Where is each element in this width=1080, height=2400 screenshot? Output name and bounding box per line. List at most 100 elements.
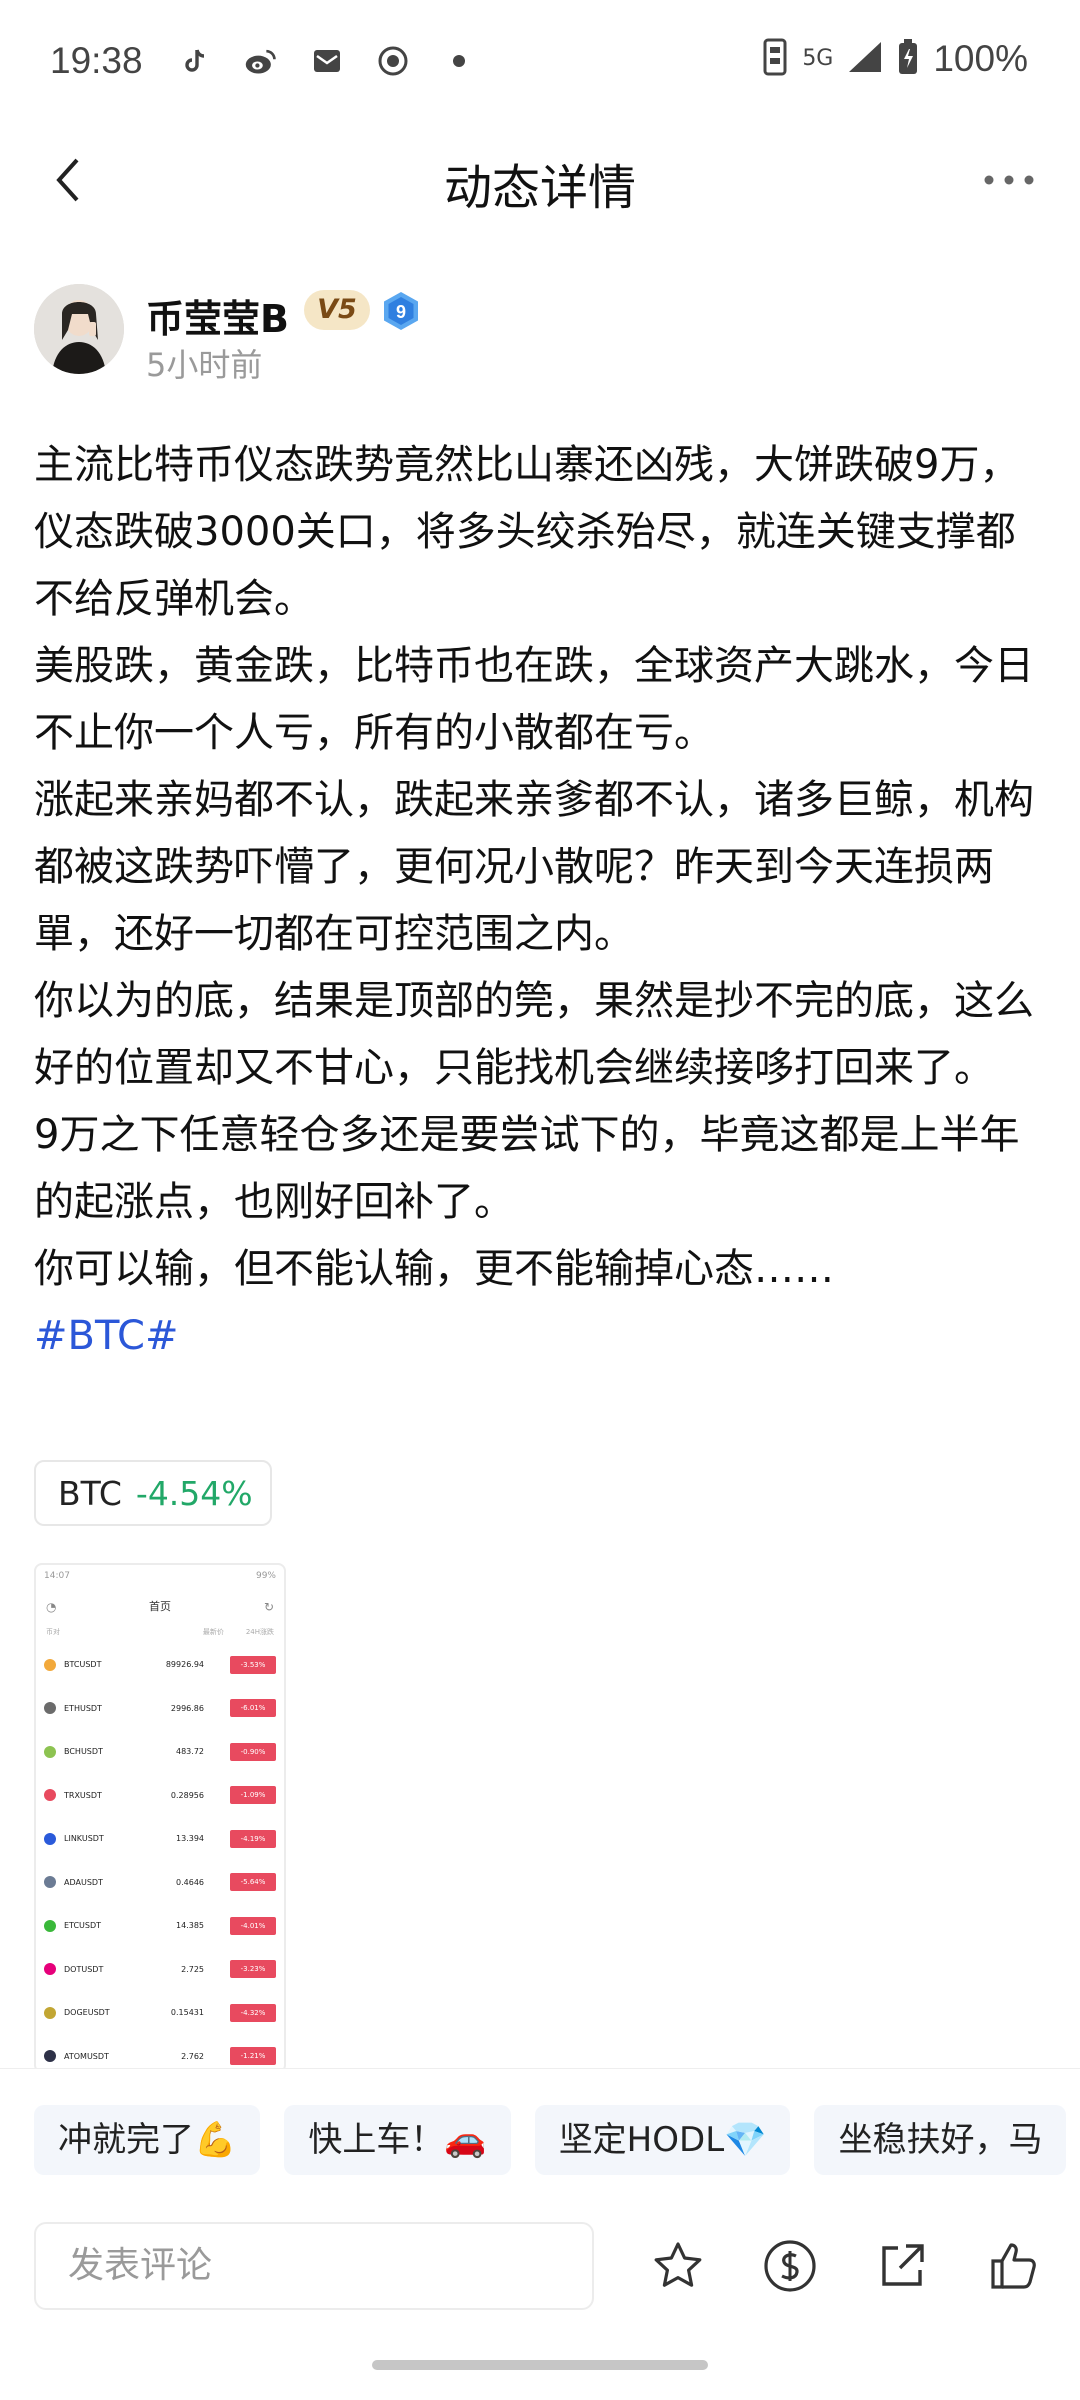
thumb-pair: DOTUSDT (64, 1964, 104, 1974)
thumb-change: -1.09% (230, 1786, 276, 1805)
thumb-row: ETHUSDT 2996.86 -6.01% (36, 1687, 284, 1731)
notification-icons (178, 44, 476, 78)
weibo-icon (244, 44, 278, 78)
coin-logo-icon (44, 1789, 56, 1802)
thumb-change: -3.23% (230, 1960, 276, 1979)
thumb-status-time: 14:07 (44, 1571, 70, 1581)
thumb-title: 首页 (149, 1600, 171, 1613)
coin-logo-icon (44, 1919, 56, 1932)
thumb-change: -4.01% (230, 1916, 276, 1935)
thumb-change: -5.64% (230, 1873, 276, 1892)
thumb-price: 0.4646 (176, 1877, 204, 1887)
thumb-status-bar: 14:07 99% (36, 1565, 284, 1587)
thumb-user-icon: ◔ (46, 1600, 57, 1614)
post-time: 5小时前 (146, 346, 263, 384)
dot-icon (442, 44, 476, 78)
like-button[interactable] (984, 2236, 1044, 2296)
quick-reply-chip[interactable]: 坚定HODL💎 (534, 2105, 791, 2175)
circle-camera-icon (376, 44, 410, 78)
post-paragraph: 你可以输，但不能认输，更不能输掉心态…… (34, 1246, 834, 1292)
thumb-change: -4.32% (230, 2003, 276, 2022)
avatar[interactable] (34, 284, 124, 374)
coin-logo-icon (44, 1876, 56, 1889)
post-paragraph: 你以为的底，结果是顶部的筦，果然是抄不完的底，这么好的位置却又不甘心，只能找机会… (34, 978, 1034, 1091)
thumb-change: -3.53% (230, 1655, 276, 1674)
thumb-price: 89926.94 (165, 1660, 204, 1670)
quick-reply-chip[interactable]: 快上车！🚗 (284, 2105, 511, 2175)
share-button[interactable] (872, 2236, 932, 2296)
coin-logo-icon (44, 2050, 56, 2063)
tip-button[interactable] (760, 2236, 820, 2296)
more-dots-icon (984, 175, 1034, 185)
star-icon (654, 2242, 702, 2287)
thumb-status-battery: 99% (255, 1571, 276, 1581)
hashtag-link[interactable]: #BTC# (34, 1303, 1050, 1370)
level-badge: 9 (380, 290, 422, 332)
thumb-row: LINKUSDT 13.394 -4.19% (36, 1817, 284, 1861)
post-content: 主流比特币仪态跌势竟然比山寨还凶残，大饼跌破9万，仪态跌破3000关口，将多头绞… (34, 432, 1050, 1370)
coin-tag[interactable]: BTC -4.54% (34, 1460, 272, 1526)
attached-image[interactable]: 14:07 99% ◔ 首页 ↻ 币对 最新价 24H涨跌 BTCUSDT 899… (34, 1563, 286, 2073)
thumb-price: 14.385 (176, 1921, 204, 1931)
thumb-pair: TRXUSDT (64, 1790, 102, 1800)
thumb-pair: ETHUSDT (64, 1703, 102, 1713)
thumb-change: -0.90% (230, 1742, 276, 1761)
coin-logo-icon (44, 1832, 56, 1845)
thumb-row: DOGEUSDT 0.15431 -4.32% (36, 1991, 284, 2035)
thumb-price: 2996.86 (170, 1703, 204, 1713)
thumb-price: 483.72 (176, 1747, 204, 1757)
battery-icon (897, 38, 919, 80)
favorite-button[interactable] (648, 2236, 708, 2296)
thumb-pair: ADAUSDT (64, 1877, 103, 1887)
post-paragraph: 美股跌，黄金跌，比特币也在跌，全球资产大跳水，今日不止你一个人亏，所有的小散都在… (34, 643, 1034, 756)
network-label: 5G (802, 46, 834, 71)
coin-symbol: BTC (58, 1473, 122, 1513)
share-icon (882, 2244, 924, 2286)
post-paragraph: 主流比特币仪态跌势竟然比山寨还凶残，大饼跌破9万，仪态跌破3000关口，将多头绞… (34, 442, 1020, 622)
post-paragraph: 9万之下任意轻仓多还是要尝试下的，毕竟这都是上半年的起涨点，也刚好回补了。 (34, 1112, 1020, 1225)
thumb-price: 0.28956 (170, 1790, 204, 1800)
coin-change: -4.54% (135, 1473, 253, 1513)
thumb-col-pair: 币对 (46, 1628, 60, 1636)
thumb-change: -4.19% (230, 1829, 276, 1848)
quick-reply-bar: 冲就完了💪 快上车！🚗 坚定HODL💎 坐稳扶好，马 (0, 2068, 1080, 2198)
thumb-price: 2.725 (181, 1964, 204, 1974)
signal-icon (847, 40, 883, 78)
page-header: 动态详情 (0, 130, 1080, 230)
thumb-row: ADAUSDT 0.4646 -5.64% (36, 1861, 284, 1905)
thumb-price: 13.394 (176, 1834, 204, 1844)
mail-icon (310, 44, 344, 78)
tiktok-icon (178, 44, 212, 78)
thumb-pair: ATOMUSDT (64, 2051, 109, 2061)
coin-logo-icon (44, 1963, 56, 1976)
more-options-button[interactable] (974, 150, 1044, 210)
quick-reply-chip[interactable]: 冲就完了💪 (34, 2105, 261, 2175)
post-paragraph: 涨起来亲妈都不认，跌起来亲爹都不认，诸多巨鲸，机构都被这跌势吓懵了，更何况小散呢… (34, 777, 1034, 957)
comment-input[interactable]: 发表评论 (34, 2222, 594, 2310)
author-name[interactable]: 币莹莹B (146, 288, 289, 343)
vip-badge: V5 (304, 290, 370, 330)
thumb-change: -1.21% (230, 2047, 276, 2066)
thumb-row: ETCUSDT 14.385 -4.01% (36, 1904, 284, 1948)
coin-logo-icon (44, 2006, 56, 2019)
thumb-row: BCHUSDT 483.72 -0.90% (36, 1730, 284, 1774)
vibrate-icon (762, 38, 788, 80)
thumb-pair: BCHUSDT (64, 1747, 103, 1757)
home-indicator[interactable] (372, 2360, 708, 2370)
status-time: 19:38 (50, 40, 143, 81)
thumb-row: DOTUSDT 2.725 -3.23% (36, 1948, 284, 1992)
thumb-rows: BTCUSDT 89926.94 -3.53% ETHUSDT 2996.86 -6.01… (36, 1643, 284, 2071)
battery-level: 100% (933, 38, 1028, 79)
thumb-price: 0.15431 (170, 2008, 204, 2018)
thumb-pair: ETCUSDT (64, 1921, 102, 1931)
thumb-columns: 币对 最新价 24H涨跌 (36, 1627, 284, 1643)
quick-reply-chip[interactable]: 坐稳扶好，马 (814, 2105, 1067, 2175)
system-indicators: 5G 100% (762, 38, 1028, 80)
thumb-col-price: 最新价 (202, 1628, 224, 1636)
coin-logo-icon (44, 1658, 56, 1671)
like-icon (991, 2243, 1036, 2289)
thumb-pair: BTCUSDT (64, 1660, 102, 1670)
thumb-row: BTCUSDT 89926.94 -3.53% (36, 1643, 284, 1687)
thumb-row: TRXUSDT 0.28956 -1.09% (36, 1774, 284, 1818)
thumb-refresh-icon: ↻ (263, 1600, 274, 1614)
